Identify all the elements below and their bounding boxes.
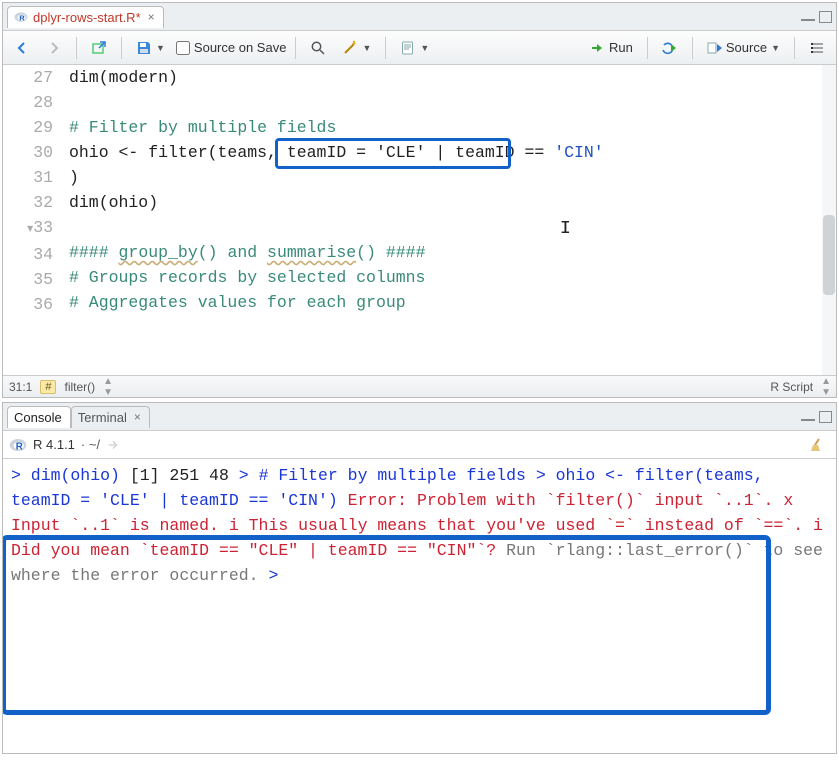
toolbar-separator bbox=[76, 37, 77, 59]
code-line: ) bbox=[69, 168, 79, 187]
console-pane: Console Terminal × R R 4.1.1 · ~/ > dim bbox=[2, 402, 837, 754]
chevron-down-icon: ▼ bbox=[156, 43, 165, 53]
notebook-icon bbox=[400, 40, 416, 56]
close-icon[interactable]: × bbox=[134, 410, 141, 424]
run-label: Run bbox=[609, 40, 633, 55]
source-label: Source bbox=[726, 40, 767, 55]
console-line: > # Filter by multiple fields bbox=[239, 466, 526, 485]
console-line: Error: Problem with `filter()` input `..… bbox=[348, 491, 774, 510]
console-line: [1] 251 48 bbox=[130, 466, 229, 485]
code-editor[interactable]: 27 28 29 30 31 32 ▾33 34 35 36 dim(moder… bbox=[3, 65, 836, 375]
r-logo-icon: R bbox=[9, 436, 27, 454]
code-line: # Groups records by selected columns bbox=[69, 268, 425, 287]
run-icon bbox=[590, 40, 606, 56]
r-file-icon: R bbox=[14, 10, 28, 24]
source-on-save-label: Source on Save bbox=[194, 40, 287, 55]
outline-button[interactable] bbox=[804, 36, 830, 60]
line-gutter: 27 28 29 30 31 32 ▾33 34 35 36 bbox=[3, 65, 63, 375]
scope-nav-icon[interactable]: ▲▼ bbox=[103, 376, 112, 398]
working-dir: · ~/ bbox=[81, 437, 100, 452]
code-tools-button[interactable]: ▼ bbox=[337, 36, 376, 60]
close-icon[interactable]: × bbox=[148, 10, 155, 24]
console-line: > dim(ohio) bbox=[11, 466, 120, 485]
editor-pane: R dplyr-rows-start.R* × bbox=[2, 2, 837, 398]
outline-icon bbox=[809, 40, 825, 56]
source-icon bbox=[707, 40, 723, 56]
console-tab-row: Console Terminal × bbox=[3, 403, 836, 431]
maximize-icon[interactable] bbox=[819, 11, 832, 23]
r-version: R 4.1.1 bbox=[33, 437, 75, 452]
chevron-down-icon: ▼ bbox=[362, 43, 371, 53]
pane-window-controls bbox=[801, 11, 832, 23]
editor-scrollbar[interactable] bbox=[822, 65, 836, 375]
console-output[interactable]: > dim(ohio) [1] 251 48 > # Filter by mul… bbox=[3, 459, 836, 753]
find-button[interactable] bbox=[305, 36, 331, 60]
highlight-box-console bbox=[3, 535, 771, 715]
language-nav-icon[interactable]: ▲▼ bbox=[821, 376, 830, 398]
svg-text:R: R bbox=[16, 441, 23, 452]
save-button[interactable]: ▼ bbox=[131, 36, 170, 60]
code-line: dim(ohio) bbox=[69, 193, 158, 212]
clear-console-button[interactable] bbox=[804, 433, 830, 457]
scope-function[interactable]: filter() bbox=[64, 380, 95, 394]
maximize-icon[interactable] bbox=[819, 411, 832, 423]
text-cursor-icon: I bbox=[560, 217, 571, 242]
arrow-left-icon bbox=[14, 40, 30, 56]
editor-tab[interactable]: R dplyr-rows-start.R* × bbox=[7, 6, 164, 28]
minimize-icon[interactable] bbox=[801, 19, 815, 21]
source-button[interactable]: Source ▼ bbox=[702, 36, 785, 60]
editor-toolbar: ▼ Source on Save ▼ ▼ bbox=[3, 31, 836, 65]
console-toolbar: R R 4.1.1 · ~/ bbox=[3, 431, 836, 459]
forward-button[interactable] bbox=[41, 36, 67, 60]
code-line: dim(modern) bbox=[69, 68, 178, 87]
save-icon bbox=[136, 40, 152, 56]
editor-tab-row: R dplyr-rows-start.R* × bbox=[3, 3, 836, 31]
toolbar-separator bbox=[692, 37, 693, 59]
highlight-box-editor bbox=[275, 138, 511, 169]
toolbar-separator bbox=[121, 37, 122, 59]
scope-badge[interactable]: # bbox=[40, 380, 56, 394]
show-in-new-window-button[interactable] bbox=[86, 36, 112, 60]
code-body[interactable]: dim(modern) # Filter by multiple fields … bbox=[63, 65, 836, 375]
editor-tab-filename: dplyr-rows-start.R* bbox=[33, 10, 141, 25]
fold-arrow-icon[interactable]: ▾ bbox=[23, 217, 33, 242]
chevron-down-icon: ▼ bbox=[771, 43, 780, 53]
broom-icon bbox=[809, 437, 825, 453]
code-line: # Filter by multiple fields bbox=[69, 118, 336, 137]
console-line: i This usually means that you've used `=… bbox=[229, 516, 803, 535]
pane-window-controls bbox=[801, 411, 832, 423]
language-mode[interactable]: R Script bbox=[770, 380, 813, 394]
cursor-position: 31:1 bbox=[9, 380, 32, 394]
run-button[interactable]: Run bbox=[585, 36, 638, 60]
terminal-tab[interactable]: Terminal × bbox=[71, 406, 150, 428]
code-line: #### group_by() and summarise() #### bbox=[69, 243, 425, 262]
svg-text:R: R bbox=[19, 14, 25, 23]
compile-report-button[interactable]: ▼ bbox=[395, 36, 434, 60]
popout-icon bbox=[91, 40, 107, 56]
toolbar-separator bbox=[647, 37, 648, 59]
toolbar-separator bbox=[794, 37, 795, 59]
editor-statusbar: 31:1 # filter() ▲▼ R Script ▲▼ bbox=[3, 375, 836, 397]
source-on-save-checkbox[interactable]: Source on Save bbox=[176, 40, 287, 55]
toolbar-separator bbox=[295, 37, 296, 59]
toolbar-separator bbox=[385, 37, 386, 59]
wand-icon bbox=[342, 40, 358, 56]
console-tab[interactable]: Console bbox=[7, 406, 71, 428]
search-icon bbox=[310, 40, 326, 56]
code-line: # Aggregates values for each group bbox=[69, 293, 406, 312]
chevron-down-icon: ▼ bbox=[420, 43, 429, 53]
arrow-right-icon bbox=[46, 40, 62, 56]
scrollbar-thumb[interactable] bbox=[823, 215, 835, 295]
minimize-icon[interactable] bbox=[801, 419, 815, 421]
source-on-save-input[interactable] bbox=[176, 41, 190, 55]
back-button[interactable] bbox=[9, 36, 35, 60]
go-to-dir-icon[interactable] bbox=[106, 438, 120, 452]
rerun-button[interactable] bbox=[657, 36, 683, 60]
rerun-icon bbox=[662, 40, 678, 56]
